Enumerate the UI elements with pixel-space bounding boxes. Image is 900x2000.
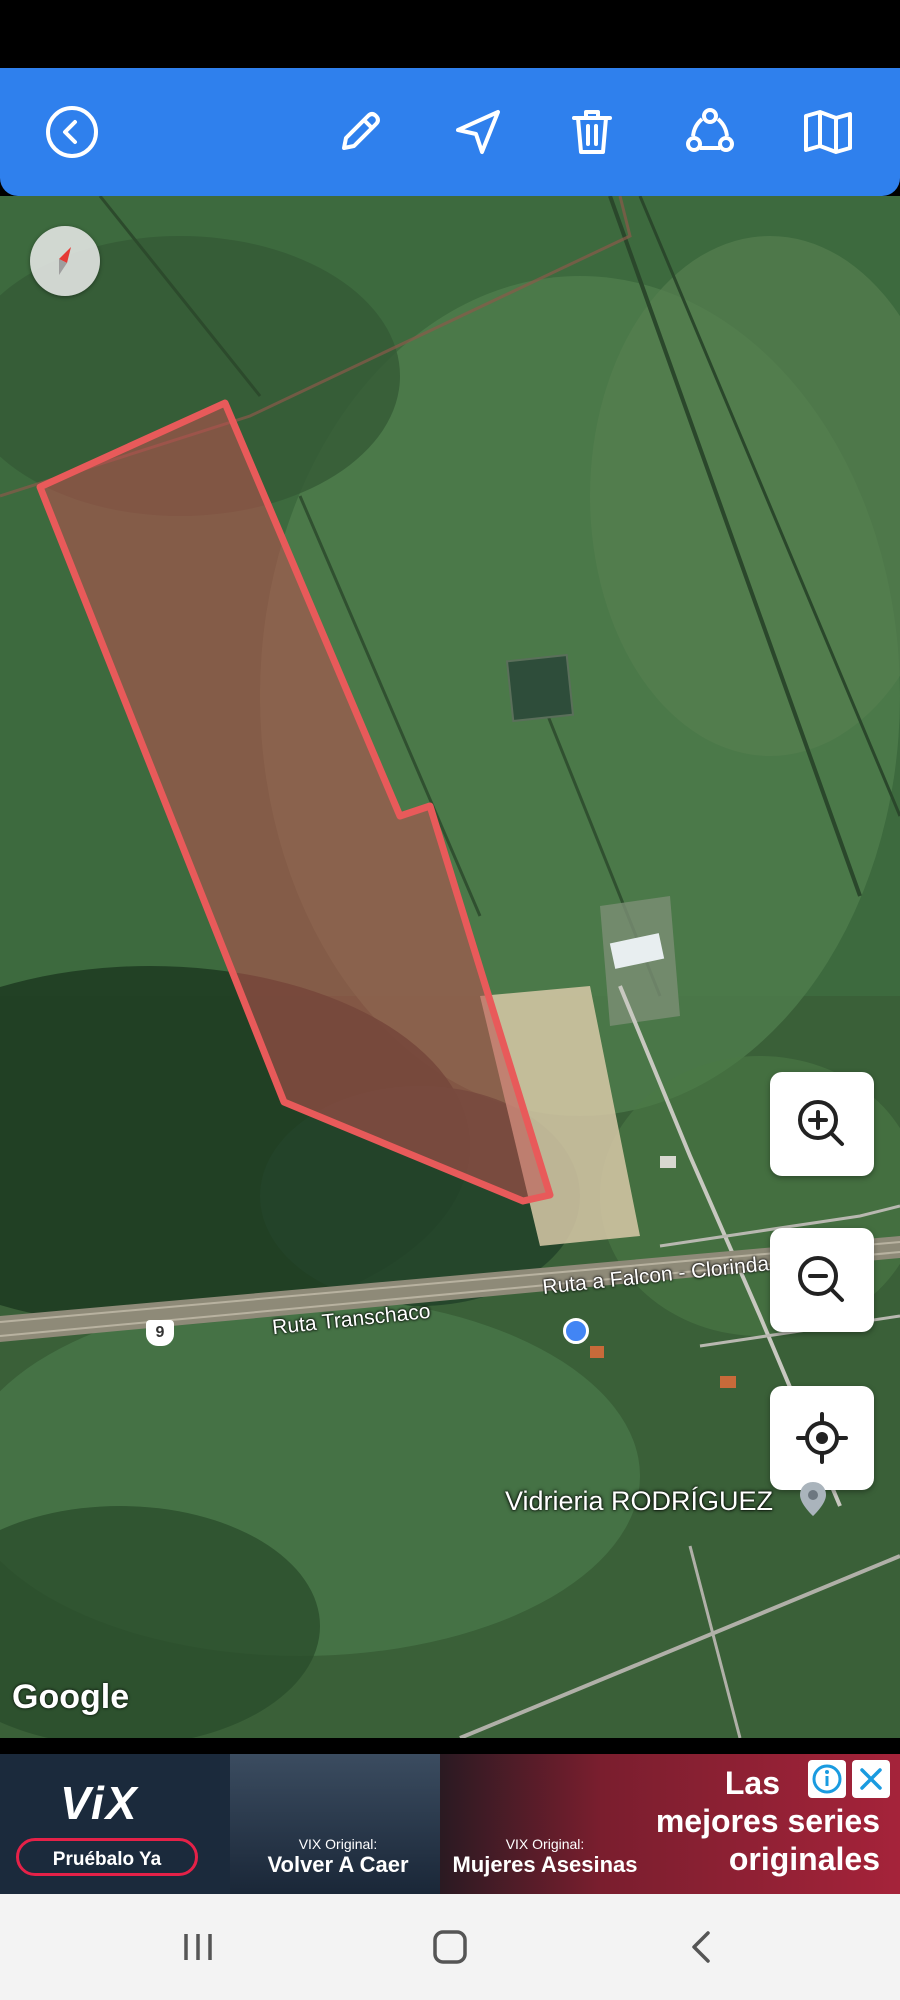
compass-button[interactable]: [30, 226, 100, 296]
ad-cta-button[interactable]: Pruébalo Ya: [16, 1838, 198, 1876]
home-icon: [433, 1930, 467, 1964]
ad-tagline: Las mejores series originales: [656, 1764, 880, 1878]
my-location-icon: [796, 1412, 848, 1464]
close-icon: [860, 1768, 882, 1790]
back-circle-icon: [46, 106, 98, 158]
trash-icon: [572, 110, 612, 154]
ad-brand-logo: ViX: [60, 1777, 139, 1829]
route-shield: 9: [146, 1320, 174, 1346]
back-button[interactable]: [38, 98, 106, 166]
system-nav-bar: [0, 1894, 900, 2000]
share-button[interactable]: [676, 98, 744, 166]
system-back-button[interactable]: [672, 1922, 732, 1972]
info-icon: [812, 1764, 842, 1794]
recents-button[interactable]: [168, 1922, 228, 1972]
zoom-in-button[interactable]: [770, 1072, 874, 1176]
poi-label[interactable]: Vidrieria RODRÍGUEZ: [505, 1486, 773, 1517]
ad-info-button[interactable]: [808, 1760, 846, 1798]
ad-tagline-line3: originales: [728, 1841, 880, 1877]
ad-show-2-title: Mujeres Asesinas: [452, 1852, 638, 1877]
recents-icon: [184, 1934, 212, 1960]
google-attribution: Google: [12, 1678, 130, 1716]
navigation-arrow-icon: [456, 110, 500, 154]
pencil-icon: [342, 112, 380, 150]
ad-tagline-line2: mejores series: [655, 1803, 880, 1839]
my-location-button[interactable]: [770, 1386, 874, 1490]
ad-tagline-line1: Las: [724, 1765, 780, 1801]
ad-show-2-tag: VIX Original:: [505, 1836, 585, 1852]
poi-pin[interactable]: [800, 1482, 826, 1516]
ad-show-1-tag: VIX Original:: [298, 1836, 378, 1852]
back-chevron-icon: [692, 1931, 710, 1963]
zoom-in-icon: [798, 1100, 844, 1146]
ad-close-button[interactable]: [852, 1760, 890, 1798]
delete-button[interactable]: [558, 98, 626, 166]
map-icon: [804, 110, 852, 154]
edit-button[interactable]: [326, 98, 394, 166]
satellite-map[interactable]: Ruta Transchaco Ruta a Falcon - Clorinda…: [0, 196, 900, 1738]
top-toolbar: [0, 68, 900, 196]
compass-icon: [59, 247, 71, 275]
zoom-out-icon: [798, 1256, 844, 1302]
navigate-button[interactable]: [444, 98, 512, 166]
home-button[interactable]: [420, 1922, 480, 1972]
map-type-button[interactable]: [794, 98, 862, 166]
ad-show-2: VIX Original: Mujeres Asesinas: [440, 1836, 650, 1878]
ad-show-1-title: Volver A Caer: [267, 1852, 409, 1877]
share-icon: [686, 108, 734, 152]
ad-show-1: VIX Original: Volver A Caer: [258, 1836, 418, 1878]
zoom-out-button[interactable]: [770, 1228, 874, 1332]
current-location-dot: [563, 1318, 589, 1344]
status-bar: [0, 0, 900, 68]
ad-banner[interactable]: ViX Pruébalo Ya VIX Original: Volver A C…: [0, 1754, 900, 1894]
map-pin-icon: [800, 1482, 826, 1516]
